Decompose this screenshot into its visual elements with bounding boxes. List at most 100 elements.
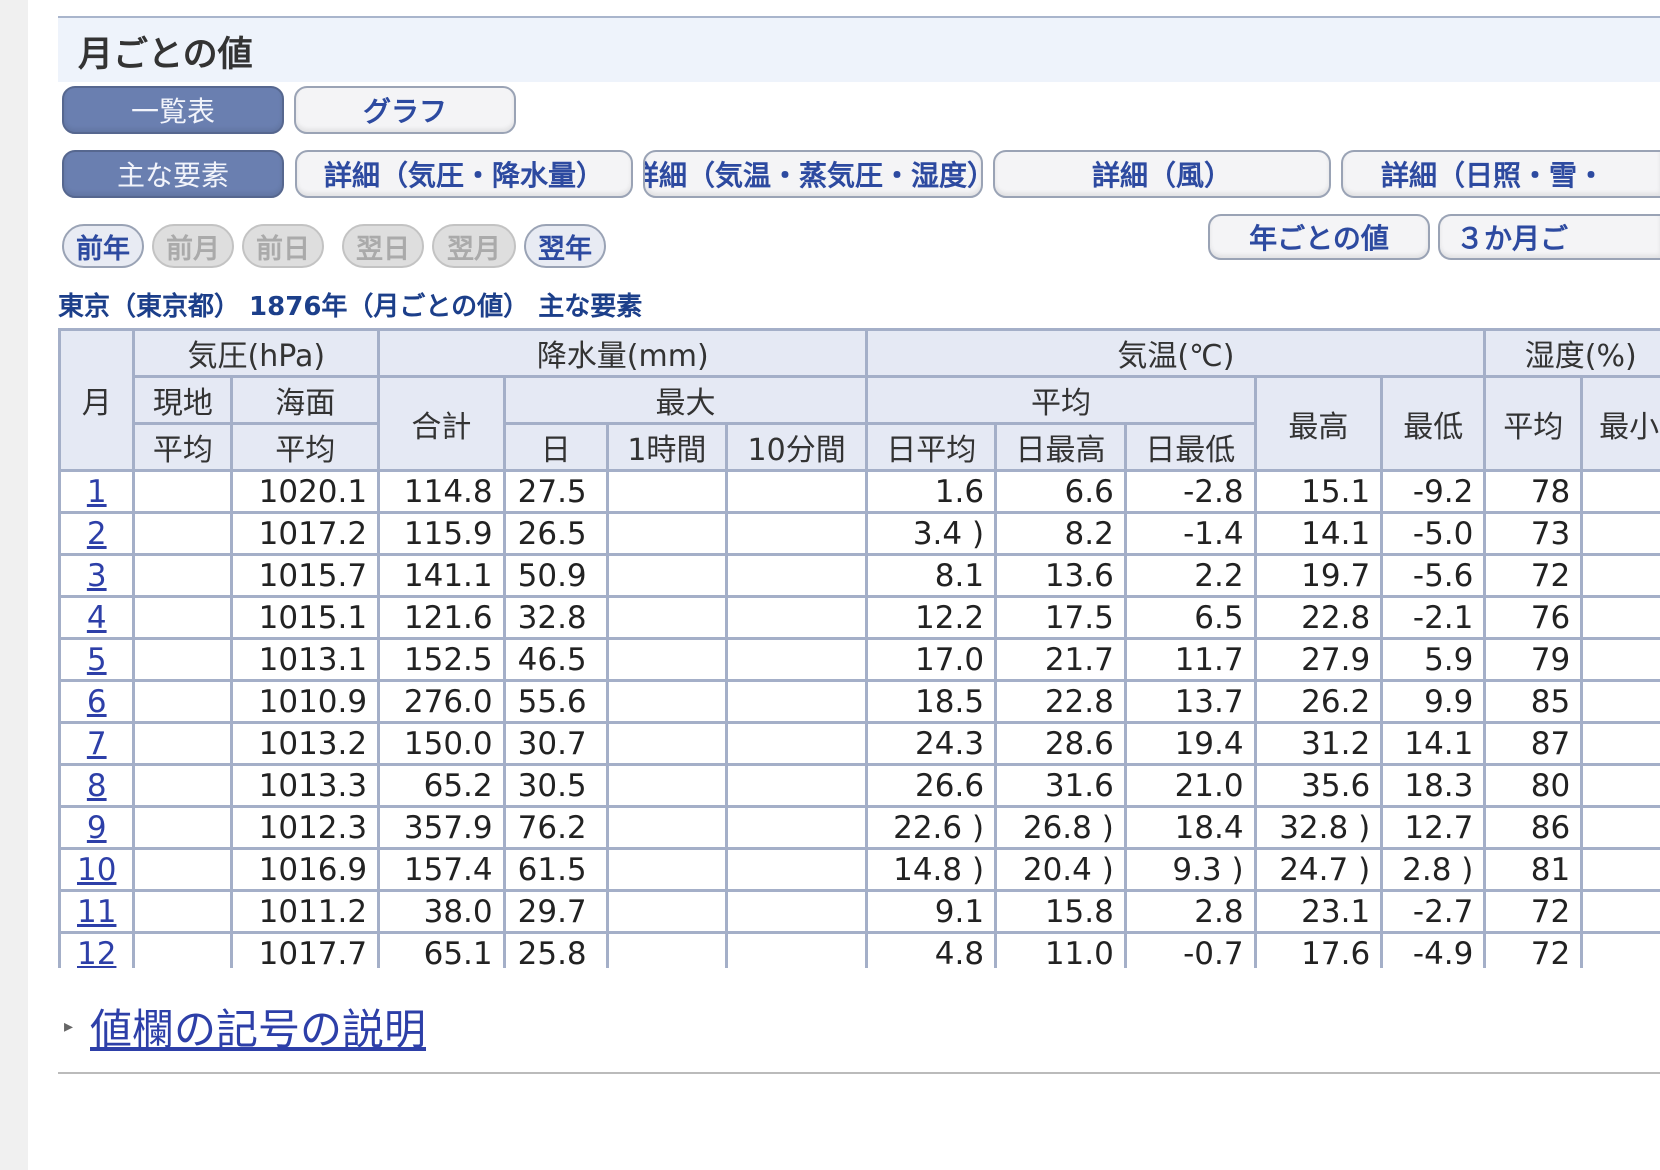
humidity-min-cell xyxy=(1580,931,1660,968)
local-pressure-cell xyxy=(132,469,234,514)
month-link[interactable]: 2 xyxy=(87,516,107,552)
temp-daily-min-cell: 6.5 xyxy=(1123,595,1257,640)
three-month-values-button[interactable]: ３か月ご xyxy=(1438,214,1660,260)
precip-10min-max-cell xyxy=(724,721,869,766)
humidity-min-cell xyxy=(1580,889,1660,934)
sea-pressure-cell: 1010.9 xyxy=(230,679,381,724)
sea-pressure-cell: 1015.7 xyxy=(230,553,381,598)
temp-highest-cell: 17.6 xyxy=(1253,931,1384,968)
table-row: 9 1012.3 357.9 76.2 22.6 ) 26.8 ) 18.4 32.8 ) 12… xyxy=(58,805,1660,850)
precip-10min-max-cell xyxy=(724,847,869,892)
month-link[interactable]: 4 xyxy=(87,600,107,636)
precip-1hour-max-cell xyxy=(605,595,728,640)
temp-daily-max-cell: 6.6 xyxy=(994,469,1127,514)
temp-daily-min-cell: 19.4 xyxy=(1123,721,1257,766)
header-precipitation: 降水量(mm) xyxy=(377,328,869,378)
prev-year-button[interactable]: 前年 xyxy=(62,224,144,268)
month-link[interactable]: 6 xyxy=(87,684,107,720)
precip-day-max-cell: 26.5 xyxy=(502,511,609,556)
precip-1hour-max-cell xyxy=(605,511,728,556)
precip-day-max-cell: 27.5 xyxy=(502,469,609,514)
temp-lowest-cell: 12.7 xyxy=(1380,805,1487,850)
temp-daily-min-cell: 13.7 xyxy=(1123,679,1257,724)
month-cell: 4 xyxy=(58,595,136,640)
month-cell: 6 xyxy=(58,679,136,724)
precip-10min-max-cell xyxy=(724,469,869,514)
sea-pressure-cell: 1017.2 xyxy=(230,511,381,556)
humidity-avg-cell: 78 xyxy=(1483,469,1584,514)
temp-daily-min-cell: -2.8 xyxy=(1123,469,1257,514)
month-cell: 12 xyxy=(58,931,136,969)
header-local-average: 平均 xyxy=(132,422,234,472)
precip-total-cell: 152.5 xyxy=(377,637,506,682)
header-local: 現地 xyxy=(132,375,234,425)
month-link[interactable]: 5 xyxy=(87,642,107,678)
temp-daily-max-cell: 17.5 xyxy=(994,595,1127,640)
month-link[interactable]: 10 xyxy=(77,852,116,888)
precip-1hour-max-cell xyxy=(605,847,728,892)
tab-detail-wind[interactable]: 詳細（風） xyxy=(993,150,1331,198)
precip-day-max-cell: 29.7 xyxy=(502,889,609,934)
humidity-avg-cell: 73 xyxy=(1483,511,1584,556)
header-temperature: 気温(℃) xyxy=(865,328,1487,378)
precip-1hour-max-cell xyxy=(605,553,728,598)
header-precip-10min: 10分間 xyxy=(724,422,869,472)
temp-daily-min-cell: 2.2 xyxy=(1123,553,1257,598)
sea-pressure-cell: 1020.1 xyxy=(230,469,381,514)
month-link[interactable]: 11 xyxy=(77,894,116,930)
temp-daily-avg-cell: 18.5 xyxy=(865,679,998,724)
prev-month-button: 前月 xyxy=(152,224,234,268)
humidity-avg-cell: 72 xyxy=(1483,931,1584,968)
local-pressure-cell xyxy=(132,847,234,892)
tab-graph-view[interactable]: グラフ xyxy=(294,86,516,134)
tab-detail-pressure-precip[interactable]: 詳細（気圧・降水量） xyxy=(295,150,633,198)
humidity-avg-cell: 87 xyxy=(1483,721,1584,766)
temp-daily-avg-cell: 22.6 ) xyxy=(865,805,998,850)
month-cell: 1 xyxy=(58,469,136,514)
local-pressure-cell xyxy=(132,553,234,598)
month-link[interactable]: 1 xyxy=(87,474,107,510)
local-pressure-cell xyxy=(132,889,234,934)
sea-pressure-cell: 1013.2 xyxy=(230,721,381,766)
month-link[interactable]: 12 xyxy=(77,936,116,969)
temp-highest-cell: 14.1 xyxy=(1253,511,1384,556)
temp-daily-avg-cell: 9.1 xyxy=(865,889,998,934)
temp-lowest-cell: 9.9 xyxy=(1380,679,1487,724)
precip-10min-max-cell xyxy=(724,805,869,850)
precip-10min-max-cell xyxy=(724,637,869,682)
month-cell: 8 xyxy=(58,763,136,808)
tab-table-view[interactable]: 一覧表 xyxy=(62,86,284,134)
temp-lowest-cell: 18.3 xyxy=(1380,763,1487,808)
header-sea-average: 平均 xyxy=(230,422,381,472)
table-row: 5 1013.1 152.5 46.5 17.0 21.7 11.7 27.9 5.9 79 xyxy=(58,637,1660,682)
temp-highest-cell: 22.8 xyxy=(1253,595,1384,640)
temp-daily-avg-cell: 17.0 xyxy=(865,637,998,682)
month-link[interactable]: 9 xyxy=(87,810,107,846)
month-cell: 7 xyxy=(58,721,136,766)
temp-highest-cell: 27.9 xyxy=(1253,637,1384,682)
temp-daily-max-cell: 15.8 xyxy=(994,889,1127,934)
month-link[interactable]: 8 xyxy=(87,768,107,804)
precip-total-cell: 114.8 xyxy=(377,469,506,514)
temp-lowest-cell: -5.6 xyxy=(1380,553,1487,598)
temp-daily-max-cell: 20.4 ) xyxy=(994,847,1127,892)
precip-1hour-max-cell xyxy=(605,637,728,682)
tab-main-elements[interactable]: 主な要素 xyxy=(62,150,284,198)
header-pressure: 気圧(hPa) xyxy=(132,328,381,378)
temp-daily-avg-cell: 3.4 ) xyxy=(865,511,998,556)
chevron-right-icon: ▸ xyxy=(64,1016,74,1037)
sea-pressure-cell: 1012.3 xyxy=(230,805,381,850)
yearly-values-button[interactable]: 年ごとの値 xyxy=(1208,214,1430,260)
temp-lowest-cell: -5.0 xyxy=(1380,511,1487,556)
tab-detail-temp-vapor-humidity[interactable]: 詳細（気温・蒸気圧・湿度） xyxy=(643,150,983,198)
header-precip-day: 日 xyxy=(502,422,609,472)
month-cell: 2 xyxy=(58,511,136,556)
tab-detail-sunshine-snow[interactable]: 詳細（日照・雪・ xyxy=(1341,150,1660,198)
symbol-legend-link[interactable]: 値欄の記号の説明 xyxy=(90,996,426,1057)
temp-daily-avg-cell: 26.6 xyxy=(865,763,998,808)
precip-1hour-max-cell xyxy=(605,763,728,808)
local-pressure-cell xyxy=(132,679,234,724)
month-link[interactable]: 3 xyxy=(87,558,107,594)
next-year-button[interactable]: 翌年 xyxy=(524,224,606,268)
month-link[interactable]: 7 xyxy=(87,726,107,762)
